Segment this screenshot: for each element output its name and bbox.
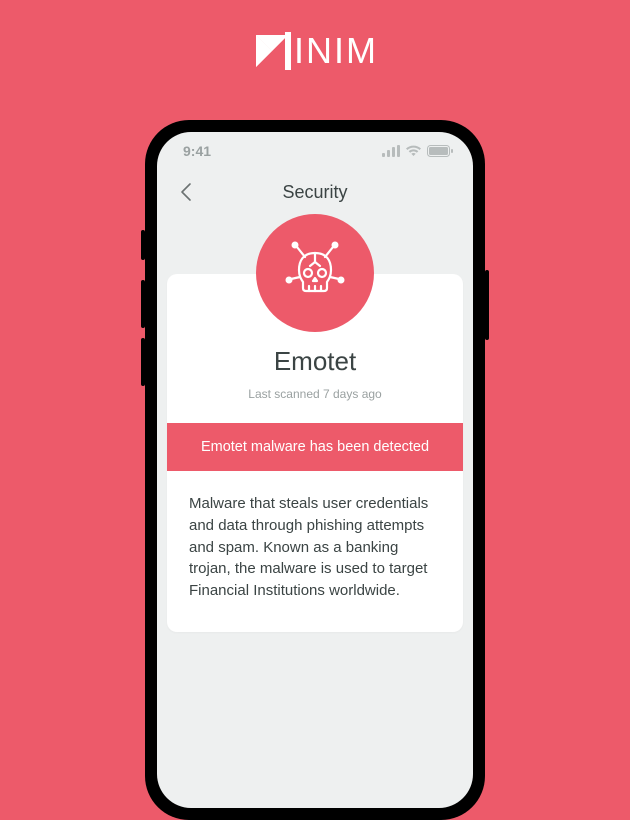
phone-frame: 9:41 (145, 120, 485, 820)
threat-description: Malware that steals user credentials and… (167, 471, 463, 632)
threat-card: Emotet Last scanned 7 days ago Emotet ma… (167, 274, 463, 632)
status-indicators (382, 145, 453, 157)
phone-screen: 9:41 (157, 132, 473, 808)
status-time: 9:41 (183, 143, 211, 159)
threat-name: Emotet (167, 346, 463, 377)
phone-side-button (141, 338, 145, 386)
back-button[interactable] (171, 177, 201, 207)
brand-word: INIM (294, 30, 378, 72)
app-header: Security (157, 170, 473, 214)
battery-icon (427, 145, 453, 157)
brand-mark-icon (252, 31, 292, 71)
last-scanned-label: Last scanned 7 days ago (167, 387, 463, 401)
chevron-left-icon (180, 182, 192, 202)
alert-banner: Emotet malware has been detected (167, 423, 463, 471)
page-title: Security (282, 182, 347, 203)
phone-side-button (141, 280, 145, 328)
content-area: Emotet Last scanned 7 days ago Emotet ma… (157, 274, 473, 632)
threat-badge (256, 214, 374, 332)
phone-side-button (485, 270, 489, 340)
skull-malware-icon (277, 235, 353, 311)
brand-logo: INIM (252, 30, 378, 72)
wifi-icon (405, 145, 422, 157)
status-bar: 9:41 (157, 132, 473, 170)
cellular-icon (382, 145, 400, 157)
phone-side-button (141, 230, 145, 260)
